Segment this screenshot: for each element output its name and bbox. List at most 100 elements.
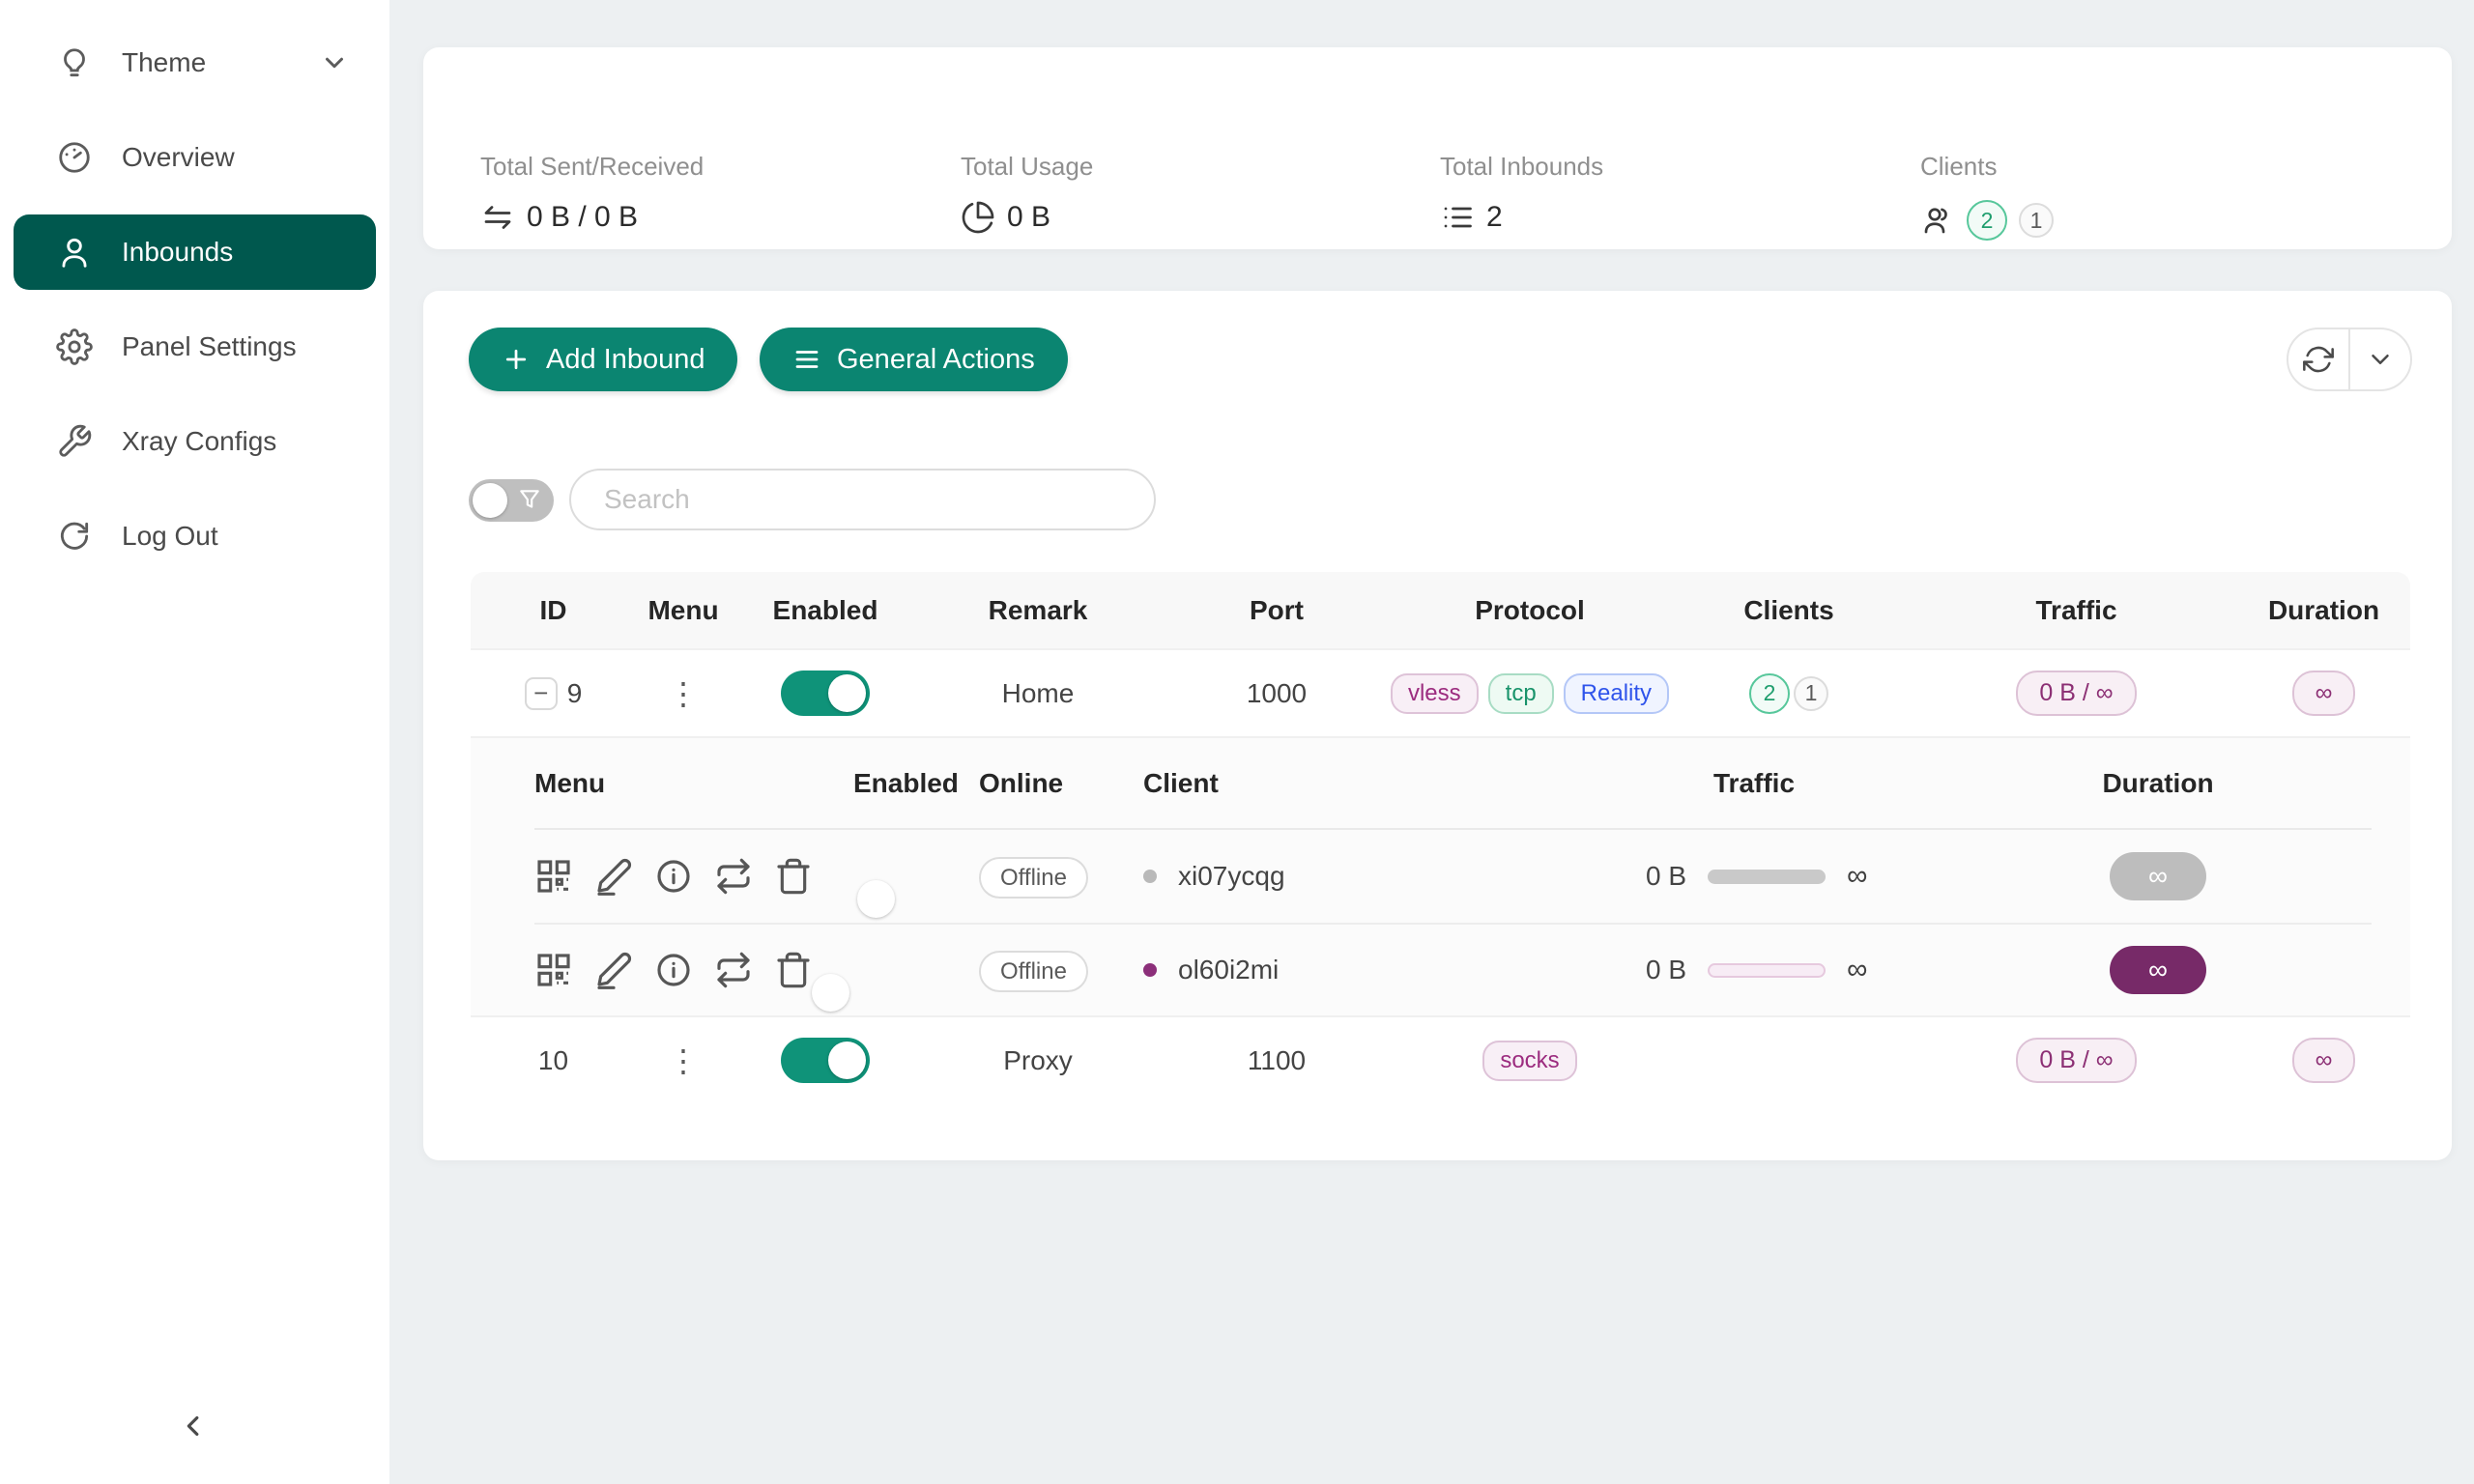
info-icon[interactable] (654, 951, 693, 989)
inbound-id: 9 (567, 678, 583, 709)
refresh-button-group (2287, 328, 2412, 391)
clients-total-badge: 1 (2019, 203, 2054, 238)
inbound-remark: Proxy (920, 1045, 1156, 1076)
inbounds-table: ID Menu Enabled Remark Port Protocol Cli… (471, 572, 2410, 1103)
person-icon (56, 234, 93, 271)
toggle-knob (857, 880, 895, 918)
client-name: ol60i2mi (1178, 955, 1279, 985)
funnel-icon (517, 487, 542, 512)
protocol-tag-socks: socks (1482, 1041, 1576, 1081)
toggle-knob (812, 974, 849, 1012)
sidebar-item-label: Panel Settings (122, 331, 349, 362)
protocol-tag-tcp: tcp (1488, 673, 1554, 714)
stat-label: Clients (1920, 152, 1997, 182)
refresh-button[interactable] (2288, 329, 2348, 389)
col-header-enabled: Enabled (731, 595, 920, 626)
chevron-down-icon (2366, 345, 2395, 374)
sidebar-item-label: Xray Configs (122, 426, 349, 457)
toggle-knob (828, 1042, 866, 1079)
duration-pill[interactable]: ∞ (2292, 671, 2356, 716)
chevron-left-icon (178, 1410, 211, 1442)
qr-code-icon[interactable] (534, 857, 573, 896)
refresh-options-button[interactable] (2348, 329, 2410, 389)
sidebar-item-overview[interactable]: Overview (14, 120, 376, 195)
dashboard-icon (56, 139, 93, 176)
traffic-pill[interactable]: 0 B / ∞ (2016, 1038, 2136, 1083)
client-row-ol60i2mi: Offline ol60i2mi 0 B ∞ ∞ (534, 923, 2372, 1015)
add-inbound-button[interactable]: Add Inbound (469, 328, 737, 391)
sidebar-item-inbounds[interactable]: Inbounds (14, 214, 376, 290)
edit-icon[interactable] (594, 857, 633, 896)
collapse-row-button[interactable]: − (525, 677, 558, 710)
search-input[interactable] (569, 469, 1156, 530)
duration-pill[interactable]: ∞ (2292, 1038, 2356, 1083)
sidebar-item-panel-settings[interactable]: Panel Settings (14, 309, 376, 385)
subcol-header-menu: Menu (534, 768, 853, 799)
toggle-knob (828, 674, 866, 712)
client-duration-pill[interactable]: ∞ (2110, 946, 2206, 994)
expanded-clients-section: Menu Enabled Online Client Traffic Durat… (471, 736, 2410, 1015)
subtable-header-row: Menu Enabled Online Client Traffic Durat… (534, 738, 2372, 830)
refresh-icon (2303, 344, 2334, 375)
traffic-progress-bar (1708, 870, 1826, 884)
sidebar-item-label: Inbounds (122, 237, 349, 268)
clients-total-badge: 1 (1794, 676, 1828, 711)
client-row-xi07ycqg: Offline xi07ycqg 0 B ∞ ∞ (534, 830, 2372, 923)
subcol-header-online: Online (979, 768, 1143, 799)
swap-arrows-icon (480, 200, 515, 235)
sidebar-item-label: Theme (122, 47, 291, 78)
client-traffic-value: 0 B (1646, 955, 1686, 985)
sidebar-item-xray-configs[interactable]: Xray Configs (14, 404, 376, 479)
general-actions-button[interactable]: General Actions (760, 328, 1068, 391)
trash-icon[interactable] (774, 857, 813, 896)
client-status-dot (1143, 870, 1157, 883)
hamburger-icon (792, 345, 821, 374)
col-header-duration: Duration (2237, 595, 2410, 626)
row-menu-button[interactable]: ⋮ (668, 1045, 699, 1076)
protocol-tag-vless: vless (1391, 673, 1479, 714)
col-header-clients: Clients (1662, 595, 1915, 626)
clients-online-badge: 2 (1967, 200, 2007, 241)
sidebar-item-theme[interactable]: Theme (14, 25, 376, 100)
col-header-id: ID (471, 595, 636, 626)
reset-traffic-icon[interactable] (714, 857, 753, 896)
inbound-enabled-toggle[interactable] (781, 1038, 870, 1083)
col-header-protocol: Protocol (1397, 595, 1662, 626)
col-header-traffic: Traffic (1915, 595, 2237, 626)
inbound-port: 1100 (1156, 1045, 1397, 1076)
traffic-limit: ∞ (1847, 860, 1867, 893)
inbound-enabled-toggle[interactable] (781, 671, 870, 716)
sidebar-collapse-button[interactable] (165, 1397, 223, 1455)
trash-icon[interactable] (774, 951, 813, 989)
client-duration-pill[interactable]: ∞ (2110, 852, 2206, 900)
inbound-port: 1000 (1156, 678, 1397, 709)
traffic-pill[interactable]: 0 B / ∞ (2016, 671, 2136, 716)
client-name: xi07ycqg (1178, 861, 1285, 892)
sidebar-item-label: Log Out (122, 521, 349, 552)
reset-traffic-icon[interactable] (714, 951, 753, 989)
col-header-remark: Remark (920, 595, 1156, 626)
subcol-header-traffic: Traffic (1472, 768, 2013, 799)
add-inbound-label: Add Inbound (546, 344, 705, 376)
inbound-id: 10 (538, 1045, 568, 1076)
inbound-remark: Home (920, 678, 1156, 709)
client-traffic-value: 0 B (1646, 861, 1686, 892)
info-icon[interactable] (654, 857, 693, 896)
inbound-row-10: 10 ⋮ Proxy 1100 socks 0 B / ∞ ∞ (471, 1015, 2410, 1103)
sidebar-item-logout[interactable]: Log Out (14, 499, 376, 574)
qr-code-icon[interactable] (534, 951, 573, 989)
subcol-header-duration: Duration (2013, 768, 2303, 799)
protocol-tag-reality: Reality (1564, 673, 1669, 714)
stat-label: Total Inbounds (1440, 152, 1603, 182)
client-status-dot (1143, 963, 1157, 977)
row-menu-button[interactable]: ⋮ (668, 678, 699, 709)
col-header-port: Port (1156, 595, 1397, 626)
edit-icon[interactable] (594, 951, 633, 989)
inbound-row-9: − 9 ⋮ Home 1000 vless tcp Reality 2 1 0 … (471, 648, 2410, 736)
table-header-row: ID Menu Enabled Remark Port Protocol Cli… (471, 572, 2410, 648)
filter-toggle[interactable] (469, 479, 554, 522)
stat-value: 0 B (1007, 201, 1050, 234)
inbounds-panel: Add Inbound General Actions (423, 291, 2452, 1160)
chevron-down-icon (320, 48, 349, 77)
subcol-header-enabled: Enabled (853, 768, 979, 799)
